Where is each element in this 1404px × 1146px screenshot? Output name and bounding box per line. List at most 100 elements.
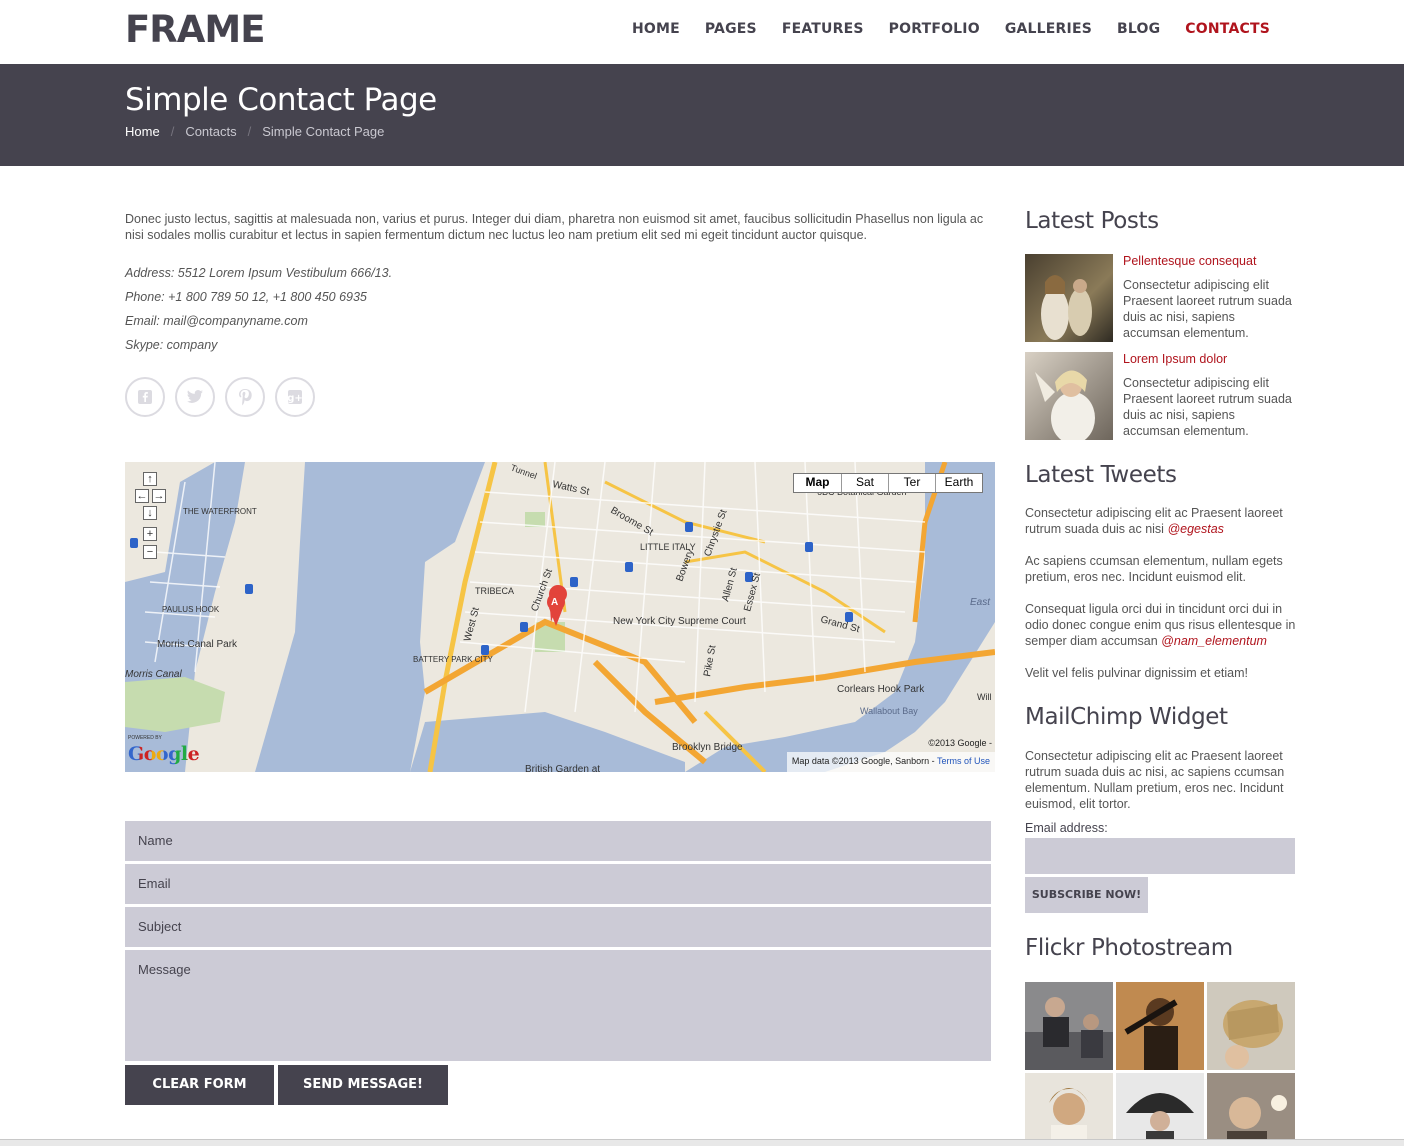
map-type-earth[interactable]: Earth — [935, 474, 982, 492]
zoom-in-button[interactable]: + — [143, 527, 157, 541]
nav-pages[interactable]: PAGES — [705, 21, 757, 37]
flickr-photo[interactable] — [1025, 982, 1113, 1070]
nav-blog[interactable]: BLOG — [1117, 21, 1160, 37]
email-placeholder: Email — [138, 876, 171, 891]
post-title-link[interactable]: Lorem Ipsum dolor — [1123, 352, 1227, 366]
twitter-link[interactable] — [175, 377, 215, 417]
map-label-tunnel: Tunnel — [509, 462, 538, 481]
post-thumbnail[interactable] — [1025, 352, 1113, 440]
map-attribution: Map data ©2013 Google, Sanborn - Terms o… — [786, 752, 995, 772]
name-placeholder: Name — [138, 833, 173, 848]
subscribe-email-input[interactable] — [1025, 838, 1295, 874]
breadcrumb: Home / Contacts / Simple Contact Page — [125, 124, 384, 139]
map-label-bowery: Bowery — [674, 548, 696, 583]
name-field[interactable]: Name — [125, 821, 991, 861]
subscribe-button[interactable]: SUBSCRIBE NOW! — [1025, 877, 1148, 913]
facebook-link[interactable] — [125, 377, 165, 417]
nav-galleries[interactable]: GALLERIES — [1005, 21, 1092, 37]
subject-field[interactable]: Subject — [125, 907, 991, 947]
browser-bottom-bar — [0, 1139, 1404, 1146]
tweet-handle-link[interactable]: @nam_elementum — [1161, 634, 1267, 648]
post-excerpt: Consectetur adipiscing elit Praesent lao… — [1123, 278, 1292, 340]
tweet-text: Velit vel felis pulvinar dignissim et et… — [1025, 666, 1249, 680]
main-nav: HOME PAGES FEATURES PORTFOLIO GALLERIES … — [632, 21, 1270, 37]
contact-info: Address: 5512 Lorem Ipsum Vestibulum 666… — [125, 264, 392, 360]
flickr-photo[interactable] — [1116, 982, 1204, 1070]
map-label-west: West St — [462, 606, 482, 643]
page-title: Simple Contact Page — [125, 82, 437, 118]
post-title-link[interactable]: Pellentesque consequat — [1123, 254, 1256, 268]
post-photo-image — [1025, 254, 1113, 342]
flickr-photo-image — [1116, 1073, 1204, 1146]
flickr-photo[interactable] — [1025, 1073, 1113, 1146]
nav-home[interactable]: HOME — [632, 21, 680, 37]
pinterest-link[interactable] — [225, 377, 265, 417]
address-text: Address: 5512 Lorem Ipsum Vestibulum 666… — [125, 266, 393, 280]
pan-left-button[interactable]: ← — [135, 489, 149, 503]
map-label-pike: Pike St — [702, 644, 718, 677]
clear-form-button[interactable]: CLEAR FORM — [125, 1065, 274, 1105]
svg-text:g+: g+ — [287, 393, 303, 404]
tweet-handle-link[interactable]: @egestas — [1167, 522, 1223, 536]
post-thumbnail[interactable] — [1025, 254, 1113, 342]
terms-of-use-link[interactable]: Terms of Use — [937, 756, 990, 766]
nav-portfolio[interactable]: PORTFOLIO — [889, 21, 980, 37]
email-field[interactable]: Email — [125, 864, 991, 904]
pan-right-button[interactable]: → — [152, 489, 166, 503]
pan-up-button[interactable]: ↑ — [143, 472, 157, 486]
pan-down-button[interactable]: ↓ — [143, 506, 157, 520]
flickr-photo[interactable] — [1207, 1073, 1295, 1146]
map-copyright: ©2013 Google - — [928, 738, 992, 748]
tweet-item: Velit vel felis pulvinar dignissim et et… — [1025, 665, 1300, 681]
map-label-wallabout: Wallabout Bay — [860, 706, 918, 716]
tweet-item: Consequat ligula orci dui in tincidunt o… — [1025, 601, 1300, 649]
map-label-broome: Broome St — [609, 505, 656, 538]
tweet-item: Ac sapiens ccumsan elementum, nullam ege… — [1025, 553, 1300, 585]
flickr-photo[interactable] — [1207, 982, 1295, 1070]
map-labels: Watts St Broome St LITTLE ITALY Chrystie… — [125, 462, 992, 772]
message-field[interactable]: Message — [125, 950, 991, 1061]
map-label-watts: Watts St — [551, 479, 590, 498]
google-plus-icon: g+ — [287, 390, 303, 404]
flickr-photo[interactable] — [1116, 1073, 1204, 1146]
google-map[interactable]: Watts St Broome St LITTLE ITALY Chrystie… — [125, 462, 995, 772]
map-attribution-text: Map data ©2013 Google, Sanborn - — [791, 756, 937, 766]
flickr-photo-image — [1207, 1073, 1295, 1146]
tweet-text: Ac sapiens ccumsan elementum, nullam ege… — [1025, 554, 1283, 584]
powered-by-text: POWERED BY — [128, 735, 162, 741]
flickr-photo-image — [1025, 982, 1113, 1070]
map-type-ter[interactable]: Ter — [888, 474, 935, 492]
mailchimp-text: Consectetur adipiscing elit ac Praesent … — [1025, 749, 1285, 811]
map-label-chrystie: Chrystie St — [702, 508, 729, 558]
page-title-band: Simple Contact Page Home / Contacts / Si… — [0, 64, 1404, 166]
map-label-waterfront: THE WATERFRONT — [183, 507, 257, 516]
map-label-morris-canal: Morris Canal — [125, 669, 182, 680]
map-type-map[interactable]: Map — [794, 474, 841, 492]
map-label-grand: Grand St — [819, 614, 861, 635]
nav-contacts[interactable]: CONTACTS — [1185, 21, 1270, 37]
breadcrumb-contacts[interactable]: Contacts — [185, 124, 236, 139]
email-text: Email: mail@companyname.com — [125, 314, 308, 328]
zoom-out-button[interactable]: − — [143, 545, 157, 559]
tweet-text: Consectetur adipiscing elit ac Praesent … — [1025, 506, 1283, 536]
google-plus-link[interactable]: g+ — [275, 377, 315, 417]
latest-posts-title: Latest Posts — [1025, 208, 1159, 234]
map-label-will: Will — [977, 692, 992, 702]
message-placeholder: Message — [138, 962, 191, 977]
map-type-sat[interactable]: Sat — [841, 474, 888, 492]
tweet-item: Consectetur adipiscing elit ac Praesent … — [1025, 505, 1300, 537]
post-photo-image — [1025, 352, 1113, 440]
google-logo[interactable]: Google — [128, 743, 200, 765]
map-marker-label[interactable]: A — [551, 597, 558, 608]
social-links: g+ — [125, 377, 315, 417]
site-logo[interactable]: FRAME — [125, 8, 265, 51]
breadcrumb-home[interactable]: Home — [125, 124, 160, 139]
skype-text: Skype: company — [125, 338, 218, 352]
nav-features[interactable]: FEATURES — [782, 21, 864, 37]
map-label-east: East — [970, 597, 991, 608]
map-label-tribeca: TRIBECA — [475, 586, 514, 596]
map-label-british: British Garden at — [525, 764, 600, 772]
send-message-button[interactable]: SEND MESSAGE! — [278, 1065, 448, 1105]
map-label-morris: Morris Canal Park — [157, 639, 238, 650]
map-controls: ↑ ← → ↓ + − — [135, 472, 175, 572]
